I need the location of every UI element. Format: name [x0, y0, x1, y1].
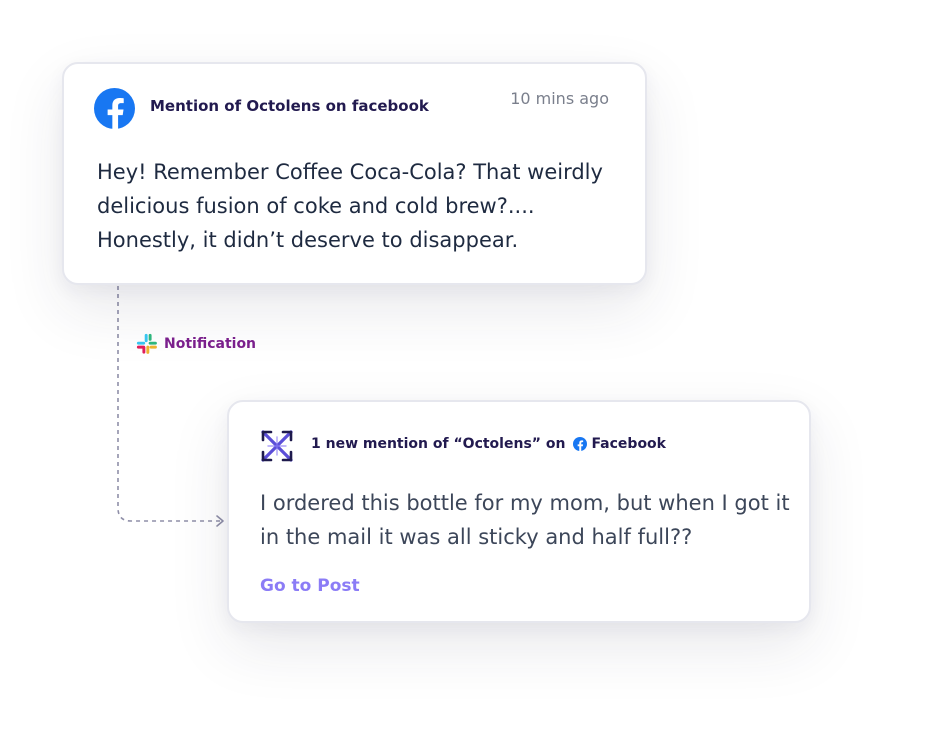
mention-title: Mention of Octolens on facebook	[150, 97, 429, 115]
mention-card[interactable]: Mention of Octolens on facebook 10 mins …	[62, 62, 647, 285]
slack-icon	[136, 333, 157, 354]
notification-card[interactable]: 1 new mention of “Octolens” on Facebook …	[227, 400, 811, 623]
octolens-logo-icon	[261, 430, 293, 462]
notification-title: 1 new mention of “Octolens” on Facebook	[311, 436, 666, 452]
mention-timestamp: 10 mins ago	[510, 89, 609, 108]
notification-platform: Facebook	[591, 436, 666, 452]
go-to-post-link[interactable]: Go to Post	[260, 576, 360, 596]
mention-body: Hey! Remember Coffee Coca-Cola? That wei…	[97, 160, 603, 252]
notification-title-text: 1 new mention of “Octolens” on	[311, 436, 566, 452]
slack-notification-label: Notification	[136, 333, 256, 355]
notification-label: Notification	[164, 336, 257, 352]
facebook-icon	[94, 88, 135, 129]
notification-body: I ordered this bottle for my mom, but wh…	[260, 491, 790, 549]
facebook-icon	[573, 437, 588, 451]
